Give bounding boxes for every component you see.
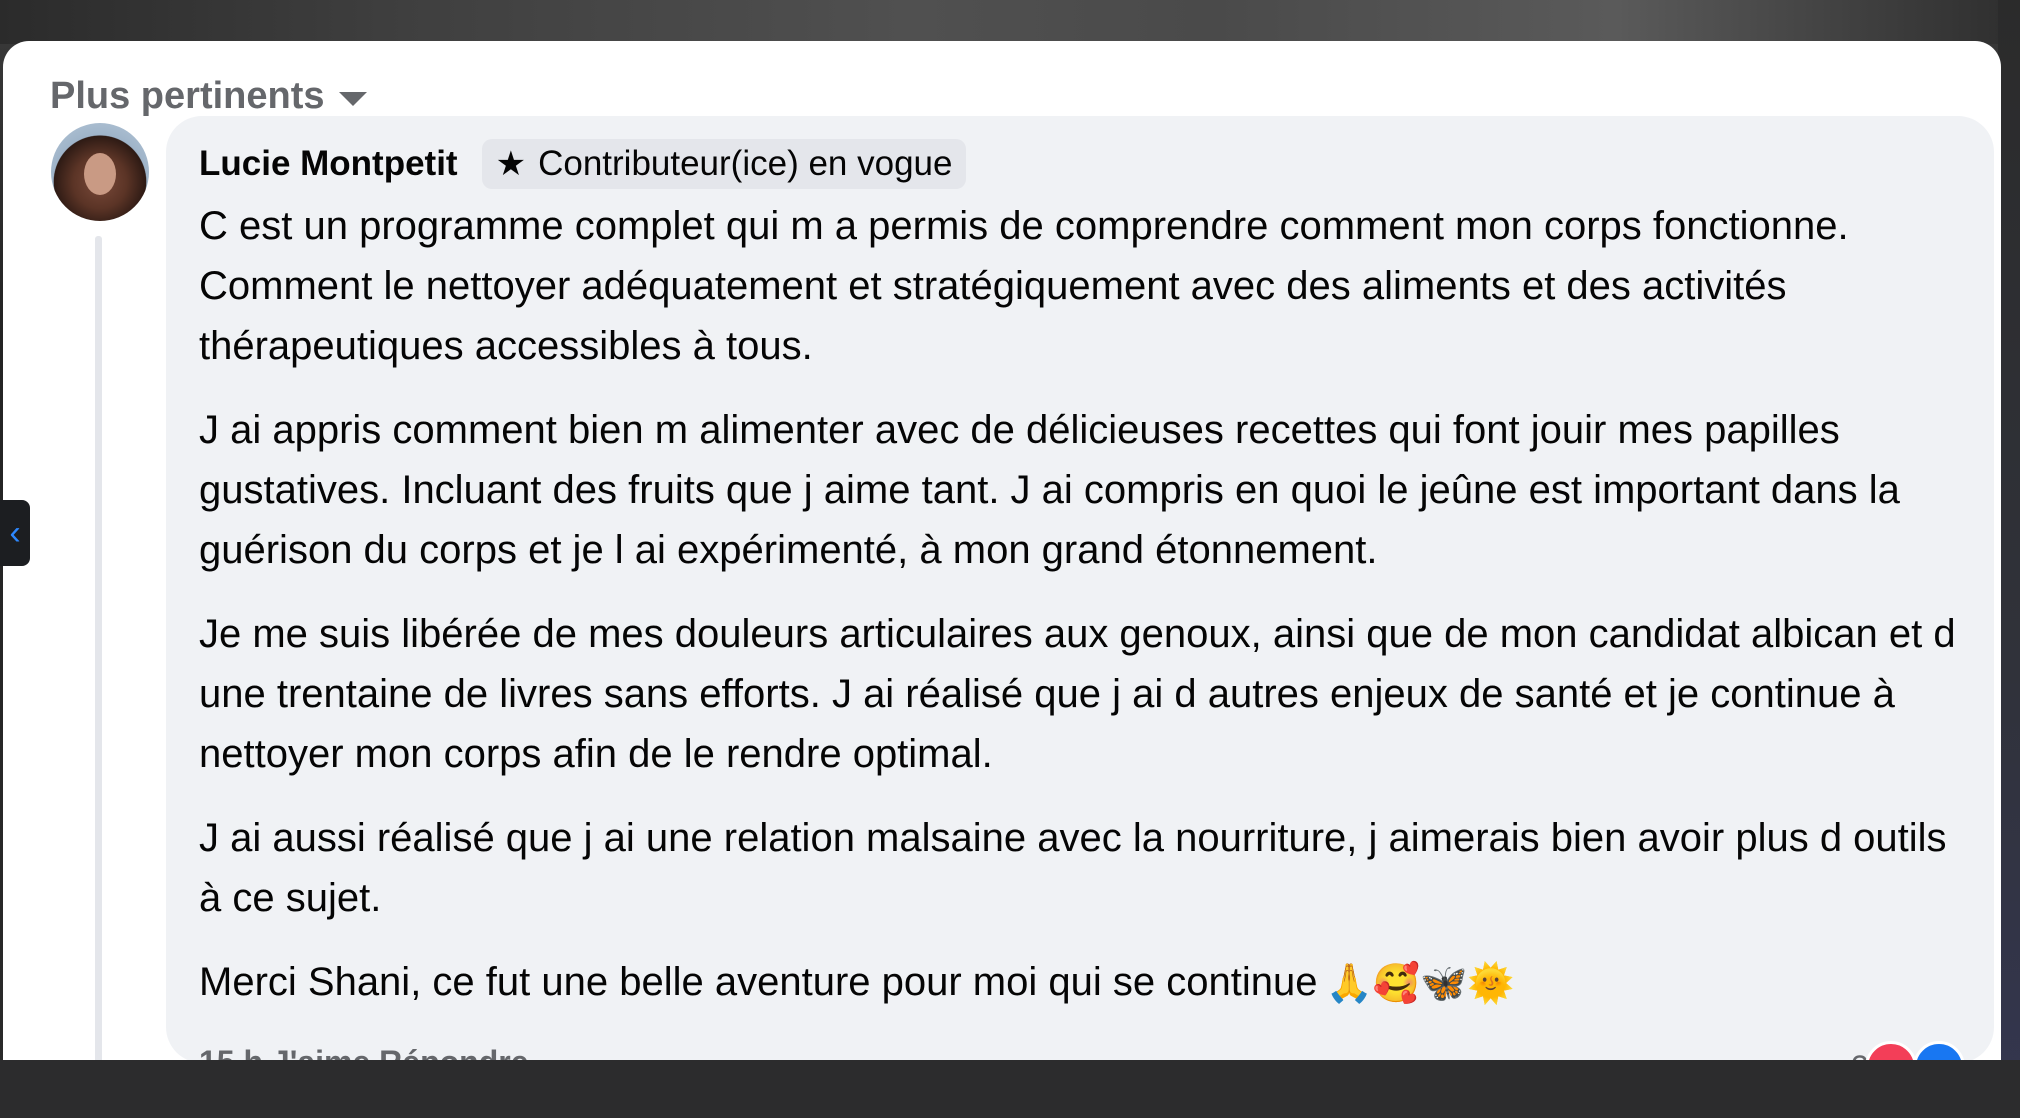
- sort-label: Plus pertinents: [50, 74, 325, 117]
- comment-paragraph: Je me suis libérée de mes douleurs artic…: [199, 612, 1956, 776]
- collapse-sidebar-button[interactable]: ‹: [0, 500, 30, 566]
- sort-dropdown[interactable]: Plus pertinents: [50, 71, 367, 121]
- avatar-face: [84, 153, 116, 195]
- author-name[interactable]: Lucie Montpetit: [199, 144, 458, 184]
- comments-panel: Plus pertinents Lucie Montpetit ★ Contri…: [3, 41, 2001, 1060]
- comment-paragraph-last: Merci Shani, ce fut une belle aventure p…: [199, 952, 1969, 1014]
- comment-paragraph: J ai appris comment bien m alimenter ave…: [199, 408, 1900, 572]
- background-right-strip: [1998, 0, 2020, 1118]
- love-reaction-icon: [1864, 1041, 1917, 1060]
- reaction-summary[interactable]: 3: [1851, 1041, 1965, 1060]
- chevron-left-icon: ‹: [9, 513, 21, 552]
- like-reaction-icon: [1912, 1041, 1965, 1060]
- emoji-group: 🙏🥰🦋🌞: [1325, 963, 1515, 1006]
- comment-closing-text: Merci Shani, ce fut une belle aventure p…: [199, 960, 1318, 1004]
- comment-actions[interactable]: 15 h J'aime Répondre: [199, 1044, 529, 1060]
- background-top-strip: [0, 0, 2020, 44]
- thread-line: [95, 236, 102, 1060]
- comment-paragraph: C est un programme complet qui m a permi…: [199, 204, 1849, 368]
- star-icon: ★: [495, 145, 527, 183]
- background-bottom-strip: [0, 1060, 2020, 1118]
- avatar[interactable]: [51, 123, 149, 221]
- caret-down-icon: [338, 92, 367, 106]
- comment-text: C est un programme complet qui m a permi…: [199, 196, 1969, 1014]
- comment-header: Lucie Montpetit ★ Contributeur(ice) en v…: [199, 133, 967, 195]
- badge-label: Contributeur(ice) en vogue: [538, 144, 953, 183]
- top-contributor-badge[interactable]: ★ Contributeur(ice) en vogue: [481, 139, 967, 189]
- comment-paragraph: J ai aussi réalisé que j ai une relation…: [199, 816, 1947, 920]
